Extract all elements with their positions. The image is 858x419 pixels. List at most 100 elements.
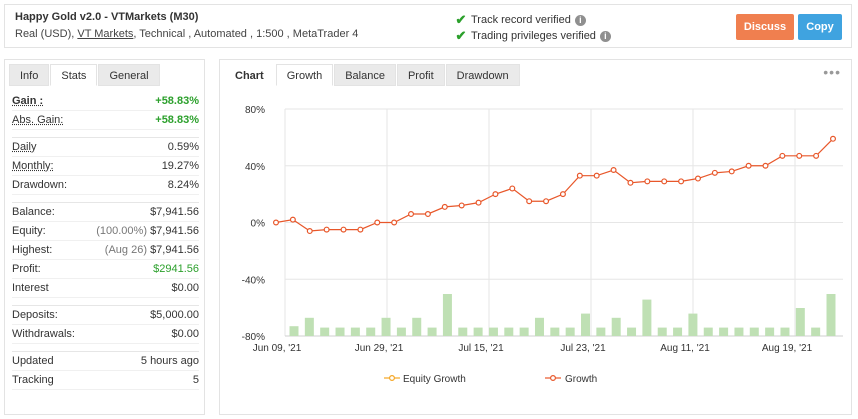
bar [412, 317, 422, 336]
bar [811, 327, 821, 336]
bar [488, 327, 498, 336]
tab-info[interactable]: Info [9, 64, 50, 86]
more-options-icon[interactable]: ••• [823, 64, 841, 80]
growth-point [796, 152, 803, 159]
left-tabs: Info Stats General [9, 64, 161, 86]
stat-gain: Gain : +58.83% [12, 92, 199, 111]
trading-privileges-verified: ✔ Trading privileges verified i [455, 28, 611, 44]
account-type: Real (USD), [15, 28, 75, 40]
y-tick-label: -80% [242, 332, 265, 343]
bar [826, 294, 836, 336]
drawdown-label: Drawdown: [12, 179, 68, 191]
profit-value: $2941.56 [153, 263, 199, 275]
monthly-label[interactable]: Monthly: [12, 160, 54, 172]
growth-point [728, 168, 735, 175]
gain-label[interactable]: Gain : [12, 95, 43, 107]
stat-equity: Equity: (100.00%) $7,941.56 [12, 222, 199, 241]
growth-point [813, 152, 820, 159]
tab-general[interactable]: General [98, 64, 160, 86]
tab-stats[interactable]: Stats [50, 64, 98, 86]
interest-label: Interest [12, 282, 49, 294]
tab-drawdown[interactable]: Drawdown [445, 64, 520, 86]
drawdown-value: 8.24% [167, 179, 199, 191]
growth-point [374, 219, 381, 226]
info-icon[interactable]: i [574, 14, 586, 26]
interest-value: $0.00 [171, 282, 199, 294]
tab-balance[interactable]: Balance [334, 64, 396, 86]
growth-point [475, 199, 482, 206]
track-record-text: Track record verified [471, 14, 571, 26]
growth-point [306, 228, 313, 235]
highest-amount: $7,941.56 [150, 244, 199, 256]
growth-point [779, 152, 786, 159]
balance-label: Balance: [12, 206, 55, 218]
growth-point [272, 219, 279, 226]
growth-point [391, 219, 398, 226]
broker-link[interactable]: VT Markets [77, 28, 133, 40]
legend-growth: Growth [565, 374, 597, 385]
y-tick-label: 0% [251, 219, 266, 230]
copy-button[interactable]: Copy [798, 14, 842, 40]
bar [749, 327, 759, 336]
bar [381, 317, 391, 336]
growth-point [627, 179, 634, 186]
highest-value: (Aug 26) $7,941.56 [105, 244, 199, 256]
bar [550, 327, 560, 336]
y-tick-label: -40% [242, 275, 265, 286]
growth-point [458, 202, 465, 209]
growth-point [661, 178, 668, 185]
growth-point [340, 226, 347, 233]
legend-equity-marker [389, 375, 396, 382]
bar [719, 327, 729, 336]
growth-point [593, 172, 600, 179]
legend-growth-marker [550, 375, 557, 382]
growth-point [492, 191, 499, 198]
equity-note: (100.00%) [96, 225, 147, 237]
growth-series-line [275, 138, 834, 232]
stat-tracking: Tracking 5 [12, 371, 199, 390]
highest-label: Highest: [12, 244, 53, 256]
bar [703, 327, 713, 336]
discuss-button[interactable]: Discuss [736, 14, 794, 40]
x-tick-label: Aug 11, '21 [660, 343, 710, 354]
bar [627, 327, 637, 336]
stat-daily: Daily 0.59% [12, 138, 199, 157]
bar [642, 299, 652, 336]
y-tick-label: 40% [245, 162, 265, 173]
bar [581, 313, 591, 336]
bar [565, 327, 575, 336]
growth-point [526, 198, 533, 205]
abs-gain-value: +58.83% [155, 114, 199, 126]
bar [673, 327, 683, 336]
bar [504, 327, 514, 336]
tab-growth[interactable]: Growth [275, 64, 334, 86]
bar [596, 327, 606, 336]
stat-drawdown: Drawdown: 8.24% [12, 176, 199, 195]
tracking-value: 5 [192, 374, 199, 386]
updated-value: 5 hours ago [140, 355, 199, 367]
daily-value: 0.59% [167, 141, 199, 153]
abs-gain-label[interactable]: Abs. Gain: [12, 114, 63, 126]
tab-chart[interactable]: Chart [224, 64, 275, 86]
legend-equity-growth: Equity Growth [403, 374, 466, 385]
growth-point [678, 178, 685, 185]
growth-point [357, 226, 364, 233]
x-tick-label: Jun 29, '21 [355, 343, 404, 354]
growth-point [509, 185, 516, 192]
tab-profit[interactable]: Profit [396, 64, 445, 86]
bar [688, 313, 698, 336]
growth-point [408, 210, 415, 217]
bar [519, 327, 529, 336]
daily-label[interactable]: Daily [12, 141, 36, 153]
stat-balance: Balance: $7,941.56 [12, 203, 199, 222]
growth-point [543, 198, 550, 205]
system-details: , Technical , Automated , 1:500 , MetaTr… [133, 28, 359, 40]
bar [366, 327, 376, 336]
check-icon: ✔ [455, 28, 467, 43]
info-icon[interactable]: i [599, 30, 611, 42]
balance-value: $7,941.56 [150, 206, 199, 218]
growth-point [441, 203, 448, 210]
bar [657, 327, 667, 336]
stats-panel: Info Stats General Gain : +58.83% Abs. Ga… [4, 59, 205, 415]
profit-label: Profit: [12, 263, 41, 275]
